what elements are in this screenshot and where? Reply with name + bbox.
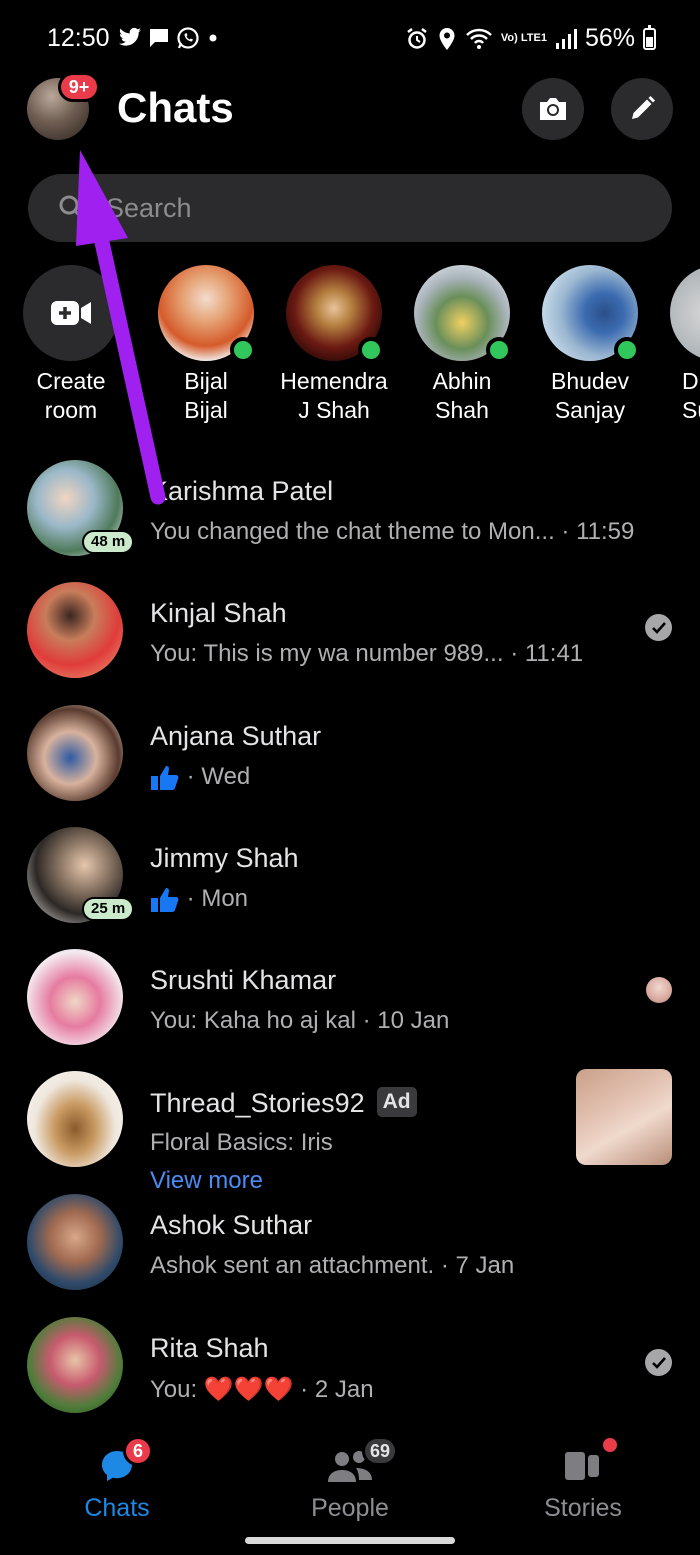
- avatar: [542, 265, 640, 363]
- view-more-link[interactable]: View more: [150, 1167, 263, 1195]
- active-name: Bijal Bijal: [184, 368, 228, 423]
- active-name: Bhudev Sanjay: [550, 368, 629, 423]
- avatar: [27, 1194, 123, 1290]
- pencil-icon: [632, 96, 655, 119]
- header: 9+ Chats: [0, 70, 700, 160]
- search-icon: [59, 195, 85, 221]
- camera-icon: [540, 98, 566, 120]
- create-room-item[interactable]: Create room: [7, 265, 135, 425]
- avatar: [27, 582, 123, 678]
- ad-thumbnail[interactable]: [576, 1069, 672, 1165]
- online-indicator: [614, 337, 640, 363]
- tab-stories[interactable]: Stories: [503, 1438, 663, 1523]
- network-label: Vo) LTE1: [500, 32, 547, 44]
- seen-avatar: [646, 977, 672, 1003]
- thumbs-up-icon: [151, 765, 179, 790]
- create-room-button[interactable]: [23, 265, 119, 361]
- chat-preview: Floral Basics: Iris: [150, 1129, 333, 1156]
- active-time-badge: 25 m: [82, 897, 135, 921]
- chat-preview: You: This is my wa number 989... · 11:41: [150, 640, 584, 667]
- active-name: Create room: [36, 368, 106, 423]
- read-check-icon: [645, 614, 672, 641]
- avatar: [414, 265, 512, 363]
- active-person[interactable]: Bhudev Sanjay: [526, 265, 654, 425]
- avatar: [27, 1317, 123, 1413]
- chat-item[interactable]: 25 m Jimmy Shah · Mon: [0, 825, 700, 935]
- online-indicator: [358, 337, 384, 363]
- active-person[interactable]: DSu: [654, 265, 700, 425]
- avatar: [27, 705, 123, 801]
- page-title: Chats: [117, 84, 234, 131]
- tab-people[interactable]: 69 People: [270, 1436, 430, 1523]
- wifi-icon: [466, 28, 492, 49]
- chat-name: Jimmy Shah: [150, 843, 299, 873]
- tab-chats[interactable]: 6 Chats: [37, 1436, 197, 1523]
- read-check-icon: [645, 1349, 672, 1376]
- chat-name: Srushti Khamar: [150, 965, 337, 995]
- chats-badge: 6: [123, 1436, 153, 1466]
- camera-button[interactable]: [522, 78, 584, 140]
- signal-icon: [555, 28, 577, 49]
- ad-badge: Ad: [376, 1087, 417, 1117]
- new-message-button[interactable]: [611, 78, 673, 140]
- battery-icon: [643, 24, 656, 50]
- whatsapp-icon: [177, 27, 199, 49]
- tab-label: People: [311, 1494, 389, 1522]
- chat-preview: You: ❤️❤️❤️ · 2 Jan: [150, 1376, 374, 1403]
- chat-name: Rita Shah: [150, 1333, 269, 1363]
- online-indicator: [230, 337, 256, 363]
- stories-icon: [565, 1452, 599, 1480]
- chat-item[interactable]: Anjana Suthar · Wed: [0, 703, 700, 813]
- alarm-icon: [407, 27, 427, 49]
- ad-avatar: [27, 1071, 123, 1167]
- active-name: Abhin Shah: [432, 368, 492, 423]
- notification-badge: 9+: [58, 72, 100, 102]
- active-time-badge: 48 m: [82, 530, 135, 554]
- dot-icon: [209, 34, 217, 42]
- battery-percent: 56%: [584, 24, 635, 52]
- people-badge: 69: [362, 1436, 399, 1466]
- status-time: 12:50: [47, 24, 110, 52]
- notification-icons: [118, 26, 220, 50]
- active-person[interactable]: Hemendra J Shah: [270, 265, 398, 425]
- chat-item[interactable]: Rita Shah You: ❤️❤️❤️ · 2 Jan: [0, 1315, 700, 1425]
- thumbs-up-icon: [151, 887, 179, 912]
- tab-label: Chats: [84, 1494, 150, 1522]
- message-icon: [150, 29, 168, 47]
- avatar: [286, 265, 384, 363]
- chat-name: Ashok Suthar: [150, 1210, 313, 1240]
- system-status: Vo) LTE1 56%: [405, 24, 656, 53]
- avatar: [670, 265, 700, 361]
- chat-item[interactable]: 48 m Karishma Patel You changed the chat…: [0, 458, 700, 568]
- active-name: Hemendra J Shah: [280, 368, 388, 423]
- chat-name: Karishma Patel: [150, 476, 334, 506]
- active-name: DSu: [682, 368, 700, 423]
- search-input[interactable]: [106, 188, 646, 228]
- video-plus-icon: [51, 301, 91, 325]
- chat-name: Thread_Stories92 Ad: [150, 1087, 417, 1119]
- location-icon: [439, 27, 455, 50]
- chat-preview: · Wed: [150, 763, 250, 792]
- status-bar: 12:50 Vo) LTE1 56%: [0, 0, 700, 80]
- search-bar[interactable]: [28, 174, 672, 242]
- chat-item[interactable]: Kinjal Shah You: This is my wa number 98…: [0, 580, 700, 690]
- chat-preview: Ashok sent an attachment. · 7 Jan: [150, 1252, 515, 1279]
- active-person[interactable]: Abhin Shah: [398, 265, 526, 425]
- chat-preview: You changed the chat theme to Mon... · 1…: [150, 518, 635, 545]
- chat-name: Anjana Suthar: [150, 721, 322, 751]
- stories-dot: [603, 1438, 617, 1452]
- home-indicator[interactable]: [245, 1537, 455, 1544]
- active-people-row: Create room Bijal Bijal Hemendra J Shah Abh…: [0, 265, 700, 440]
- chat-preview: You: Kaha ho aj kal · 10 Jan: [150, 1007, 450, 1034]
- chat-preview: · Mon: [150, 885, 248, 914]
- twitter-icon: [119, 27, 141, 46]
- avatar: [27, 949, 123, 1045]
- avatar: [158, 265, 256, 363]
- online-indicator: [486, 337, 512, 363]
- active-person[interactable]: Bijal Bijal: [142, 265, 270, 425]
- chat-name: Kinjal Shah: [150, 598, 287, 628]
- tab-label: Stories: [544, 1494, 622, 1522]
- chat-item[interactable]: Ashok Suthar Ashok sent an attachment. ·…: [0, 1192, 700, 1302]
- chat-item[interactable]: Srushti Khamar You: Kaha ho aj kal · 10 …: [0, 947, 700, 1057]
